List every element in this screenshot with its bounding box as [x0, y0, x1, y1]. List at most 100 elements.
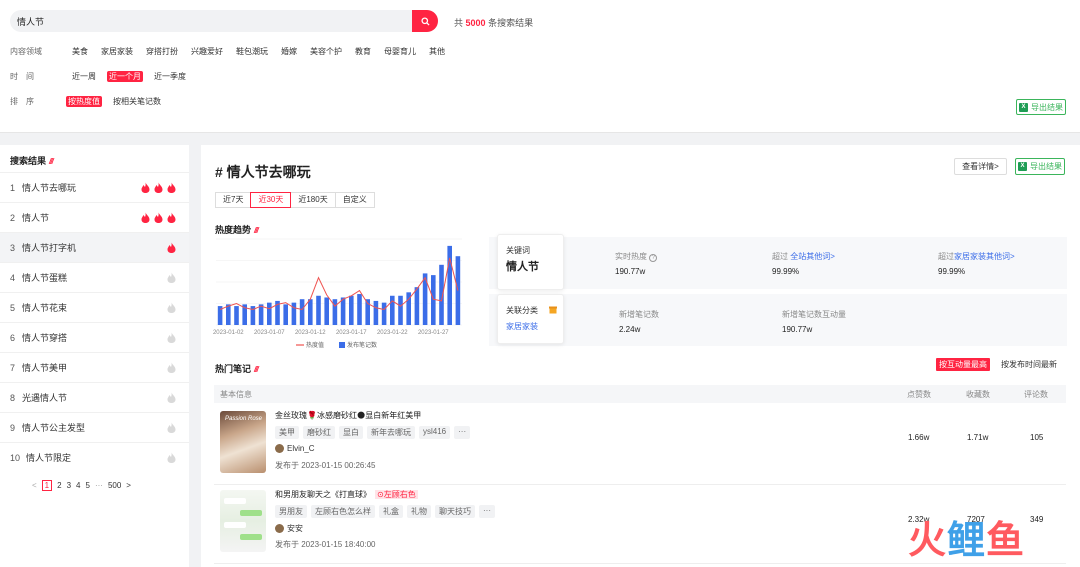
- export-button-top[interactable]: X 导出结果: [1016, 99, 1066, 115]
- filter-option-time[interactable]: 近一个月: [107, 71, 143, 82]
- filter-option-time[interactable]: 近一季度: [152, 71, 188, 82]
- filter-option-domain[interactable]: 家居家装: [99, 46, 135, 57]
- x-tick-label: 2023-01-07: [254, 330, 285, 336]
- filter-option-domain[interactable]: 兴趣爱好: [189, 46, 225, 57]
- result-item[interactable]: 9 情人节公主发型: [0, 412, 189, 442]
- note-tag-chip[interactable]: 男朋友: [275, 505, 307, 518]
- note-tag-chip[interactable]: 美甲: [275, 426, 299, 439]
- bar: [455, 256, 461, 325]
- pager-page[interactable]: 4: [76, 481, 80, 490]
- export-button-detail[interactable]: X 导出结果: [1015, 158, 1065, 175]
- chat-bubble: [224, 522, 246, 528]
- note-tag-chip[interactable]: 左顾右色怎么样: [311, 505, 375, 518]
- note-tag-chip[interactable]: 显白: [339, 426, 363, 439]
- note-tag-chip[interactable]: 礼物: [407, 505, 431, 518]
- domain-options: 美食 家居家装 穿搭打扮 兴趣爱好 鞋包潮玩 婚嫁 美容个护 教育 母婴育儿 其他: [70, 46, 456, 57]
- chat-bubble: [224, 498, 246, 504]
- note-tag-chip[interactable]: ysl416: [419, 426, 451, 439]
- pager-page[interactable]: 5: [85, 481, 89, 490]
- result-label: 情人节穿搭: [22, 333, 68, 343]
- note-thumbnail[interactable]: [220, 490, 266, 552]
- filter-option-domain[interactable]: 鞋包潮玩: [234, 46, 270, 57]
- x-tick-label: 2023-01-22: [377, 330, 408, 336]
- x-tick-label: 2023-01-27: [418, 330, 449, 336]
- avatar: [275, 444, 284, 453]
- heat-indicator: [167, 392, 176, 403]
- note-author[interactable]: 安安: [275, 523, 303, 534]
- note-title[interactable]: 和男朋友聊天之《打直球》 ⊙左顾右色: [275, 489, 418, 500]
- note-tag-chip[interactable]: 礼盒: [379, 505, 403, 518]
- filter-option-sort[interactable]: 按相关笔记数: [111, 96, 163, 107]
- category-card: 关联分类 家居家装: [497, 294, 564, 344]
- view-detail-button[interactable]: 查看详情>: [954, 158, 1007, 175]
- note-tags: 男朋友 左顾右色怎么样 礼盒 礼物 聊天技巧 ···: [275, 505, 495, 518]
- result-item[interactable]: 6 情人节穿搭: [0, 322, 189, 352]
- over-category-link[interactable]: 家居家装其他词>: [954, 252, 1015, 261]
- help-icon[interactable]: ?: [649, 254, 658, 262]
- note-tag-chip[interactable]: ···: [479, 505, 495, 518]
- line-series: [219, 257, 459, 311]
- time-tab[interactable]: 近180天: [290, 192, 336, 208]
- pager-page[interactable]: 3: [67, 481, 71, 490]
- pager-page[interactable]: 2: [57, 481, 61, 490]
- note-row[interactable]: Passion Rose 金丝玫瑰🌹冰感磨砂红🌑显白新年红美甲 美甲 磨砂红 显白 新年去…: [214, 407, 1066, 485]
- note-tag-chip[interactable]: ···: [454, 426, 471, 439]
- sort-by-time[interactable]: 按发布时间最新: [1001, 359, 1057, 370]
- bar: [390, 295, 395, 325]
- result-label: 情人节限定: [26, 453, 72, 463]
- search-input[interactable]: [17, 14, 407, 28]
- excel-icon: X: [1018, 162, 1027, 171]
- result-index: 10: [10, 452, 21, 463]
- pager-last[interactable]: 500: [108, 481, 121, 490]
- result-item[interactable]: 8 光遇情人节: [0, 382, 189, 412]
- heat-indicator: [167, 242, 176, 253]
- sort-by-interaction[interactable]: 按互动量最高: [936, 358, 990, 371]
- filter-option-domain[interactable]: 其他: [427, 46, 447, 57]
- pager-page[interactable]: 1: [41, 480, 53, 491]
- note-tag-chip[interactable]: 磨砂红: [303, 426, 335, 439]
- filter-option-domain[interactable]: 教育: [353, 46, 373, 57]
- note-tag-chip[interactable]: 新年去哪玩: [367, 426, 415, 439]
- heat-indicator: [167, 362, 176, 373]
- x-tick-label: 2023-01-02: [213, 330, 244, 336]
- time-tab[interactable]: 自定义: [334, 192, 375, 208]
- heat-indicator: [141, 212, 176, 223]
- result-item[interactable]: 3 情人节打字机: [0, 232, 189, 262]
- filter-option-domain[interactable]: 美容个护: [308, 46, 344, 57]
- note-collects: 1.71w: [967, 433, 989, 442]
- pager-next[interactable]: >: [126, 481, 131, 490]
- bar: [226, 304, 231, 325]
- result-item[interactable]: 2 情人节: [0, 202, 189, 232]
- result-item[interactable]: 1 情人节去哪玩: [0, 172, 189, 202]
- result-item[interactable]: 5 情人节花束: [0, 292, 189, 322]
- over-all-link[interactable]: 全站其他词>: [790, 252, 835, 261]
- brand-tag: ⊙左顾右色: [375, 490, 418, 499]
- filter-label-sort: 排 序: [10, 97, 34, 106]
- result-label: 情人节美甲: [22, 363, 68, 373]
- time-tab[interactable]: 近30天: [250, 192, 292, 208]
- note-author[interactable]: Elvin_C: [275, 444, 315, 453]
- sort-options: 按热度值 按相关笔记数: [66, 96, 172, 107]
- filter-option-domain[interactable]: 婚嫁: [279, 46, 299, 57]
- result-item[interactable]: 4 情人节蛋糕: [0, 262, 189, 292]
- note-tag-chip[interactable]: 聊天技巧: [435, 505, 475, 518]
- filter-option-domain[interactable]: 穿搭打扮: [144, 46, 180, 57]
- time-tab[interactable]: 近7天: [215, 192, 252, 208]
- result-item[interactable]: 10 情人节限定: [0, 442, 189, 472]
- result-index: 7: [10, 362, 16, 373]
- filter-option-domain[interactable]: 美食: [70, 46, 90, 57]
- note-thumbnail[interactable]: Passion Rose: [220, 411, 266, 473]
- bar: [291, 302, 297, 325]
- note-tags: 美甲 磨砂红 显白 新年去哪玩 ysl416 ···: [275, 426, 471, 439]
- filter-label-domain: 内容领域: [10, 47, 42, 56]
- pager-prev[interactable]: <: [32, 481, 37, 490]
- flame-icon: [141, 212, 150, 223]
- result-item[interactable]: 7 情人节美甲: [0, 352, 189, 382]
- note-title[interactable]: 金丝玫瑰🌹冰感磨砂红🌑显白新年红美甲: [275, 410, 421, 421]
- filter-option-sort[interactable]: 按热度值: [66, 96, 102, 107]
- filter-option-domain[interactable]: 母婴育儿: [382, 46, 418, 57]
- filter-option-time[interactable]: 近一周: [70, 71, 98, 82]
- search-button[interactable]: [412, 10, 438, 32]
- results-title: 搜索结果///: [10, 156, 54, 166]
- flame-icon: [167, 362, 176, 373]
